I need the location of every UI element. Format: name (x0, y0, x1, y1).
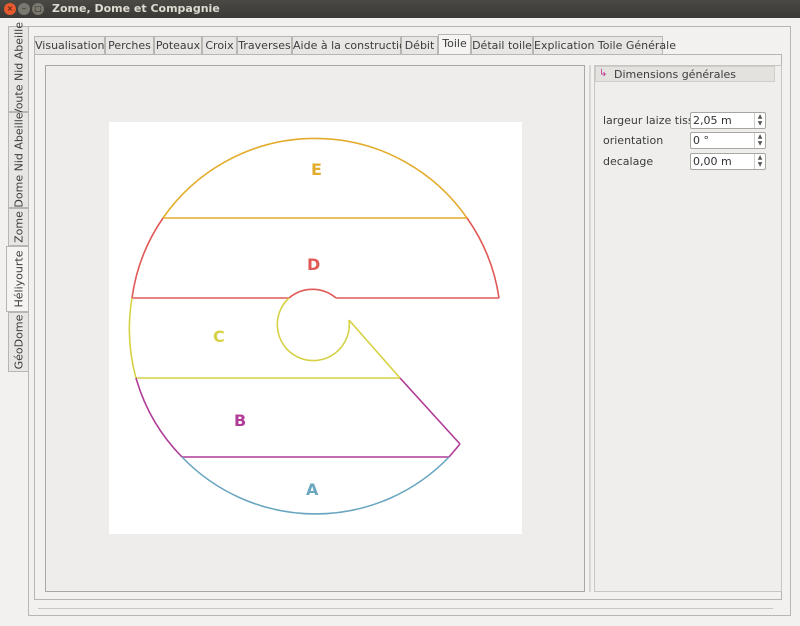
tab-explication-toile[interactable]: Explication Toile Générale (533, 36, 676, 54)
tab-toile[interactable]: Toile (438, 34, 471, 55)
spin-arrows-icon[interactable]: ▲ ▼ (754, 154, 765, 169)
decalage-spinbox[interactable]: ▲▼ (690, 153, 766, 170)
maximize-icon[interactable]: □ (32, 3, 44, 15)
layout-icon: ↳ (599, 68, 608, 79)
dock-title: Dimensions générales (614, 68, 737, 81)
section-c-arc (128, 297, 137, 379)
section-label-c: C (213, 327, 225, 346)
largeur-label: largeur laize tissu (603, 114, 701, 127)
toile-diagram: E D C B A (128, 137, 500, 515)
orientation-spinbox[interactable]: ▲▼ (690, 132, 766, 149)
close-icon[interactable]: × (4, 3, 16, 15)
side-tab-geodome[interactable]: GéoDome (8, 312, 28, 372)
largeur-spinbox[interactable]: ▲▼ (690, 112, 766, 129)
orientation-input[interactable] (693, 134, 753, 147)
side-tab-label: GéoDome (12, 314, 25, 370)
tab-visualisation[interactable]: Visualisation (34, 36, 105, 54)
section-label-b: B (234, 411, 246, 430)
section-c-diagonal (348, 319, 401, 379)
section-label-a: A (306, 480, 319, 499)
section-b-arc (135, 377, 183, 458)
tab-perches[interactable]: Perches (105, 36, 154, 54)
section-label-d: D (307, 255, 320, 274)
section-b-diagonal (399, 377, 461, 445)
spin-arrows-icon[interactable]: ▲ ▼ (754, 113, 765, 128)
section-c-hub-arc (276, 297, 351, 362)
dock-header[interactable]: ↳ Dimensions générales (595, 66, 775, 82)
tab-croix[interactable]: Croix (202, 36, 237, 54)
form-row-orientation: orientation ▲▼ (603, 132, 773, 150)
form-row-decalage: decalage ▲▼ (603, 153, 773, 171)
tab-aide-construction[interactable]: Aide à la construction (292, 36, 413, 54)
dock-splitter[interactable] (589, 65, 591, 592)
dimensions-dock: ↳ Dimensions générales largeur laize tis… (594, 65, 782, 592)
status-divider (38, 608, 773, 609)
tab-poteaux[interactable]: Poteaux (154, 36, 202, 54)
minimize-icon[interactable]: – (18, 3, 30, 15)
side-tab-zome[interactable]: Zome (8, 208, 28, 246)
tab-detail-toile[interactable]: Détail toile (471, 36, 533, 54)
decalage-input[interactable] (693, 155, 753, 168)
spin-arrows-icon[interactable]: ▲ ▼ (754, 133, 765, 148)
section-label-e: E (311, 160, 322, 179)
main-window: Voute Nid Abeille Dome Nid Abeille Zome … (0, 18, 800, 626)
decalage-label: decalage (603, 155, 654, 168)
side-tab-dome-nid-abeille[interactable]: Dome Nid Abeille (8, 112, 28, 208)
section-d-arc-right (466, 217, 500, 299)
toile-drawing: E D C B A (109, 122, 522, 534)
side-tab-label: Héliyourte (12, 250, 25, 308)
title-bar: × – □ Zome, Dome et Compagnie (0, 0, 800, 18)
section-d-hub-arc (288, 288, 337, 299)
side-tab-heliyourte[interactable]: Héliyourte (6, 246, 30, 312)
section-b-tip (448, 443, 461, 458)
largeur-input[interactable] (693, 114, 753, 127)
form-row-largeur: largeur laize tissu ▲▼ (603, 112, 773, 130)
window-title: Zome, Dome et Compagnie (52, 2, 220, 15)
tab-traverses[interactable]: Traverses (237, 36, 292, 54)
side-tab-label: Zome (12, 211, 25, 243)
side-tab-label: Voute Nid Abeille (12, 22, 25, 116)
side-tab-label: Dome Nid Abeille (12, 112, 25, 208)
orientation-label: orientation (603, 134, 664, 147)
section-d-arc-left (131, 217, 164, 299)
tab-debit[interactable]: Débit (401, 36, 438, 54)
side-tab-voute-nid-abeille[interactable]: Voute Nid Abeille (8, 22, 28, 116)
